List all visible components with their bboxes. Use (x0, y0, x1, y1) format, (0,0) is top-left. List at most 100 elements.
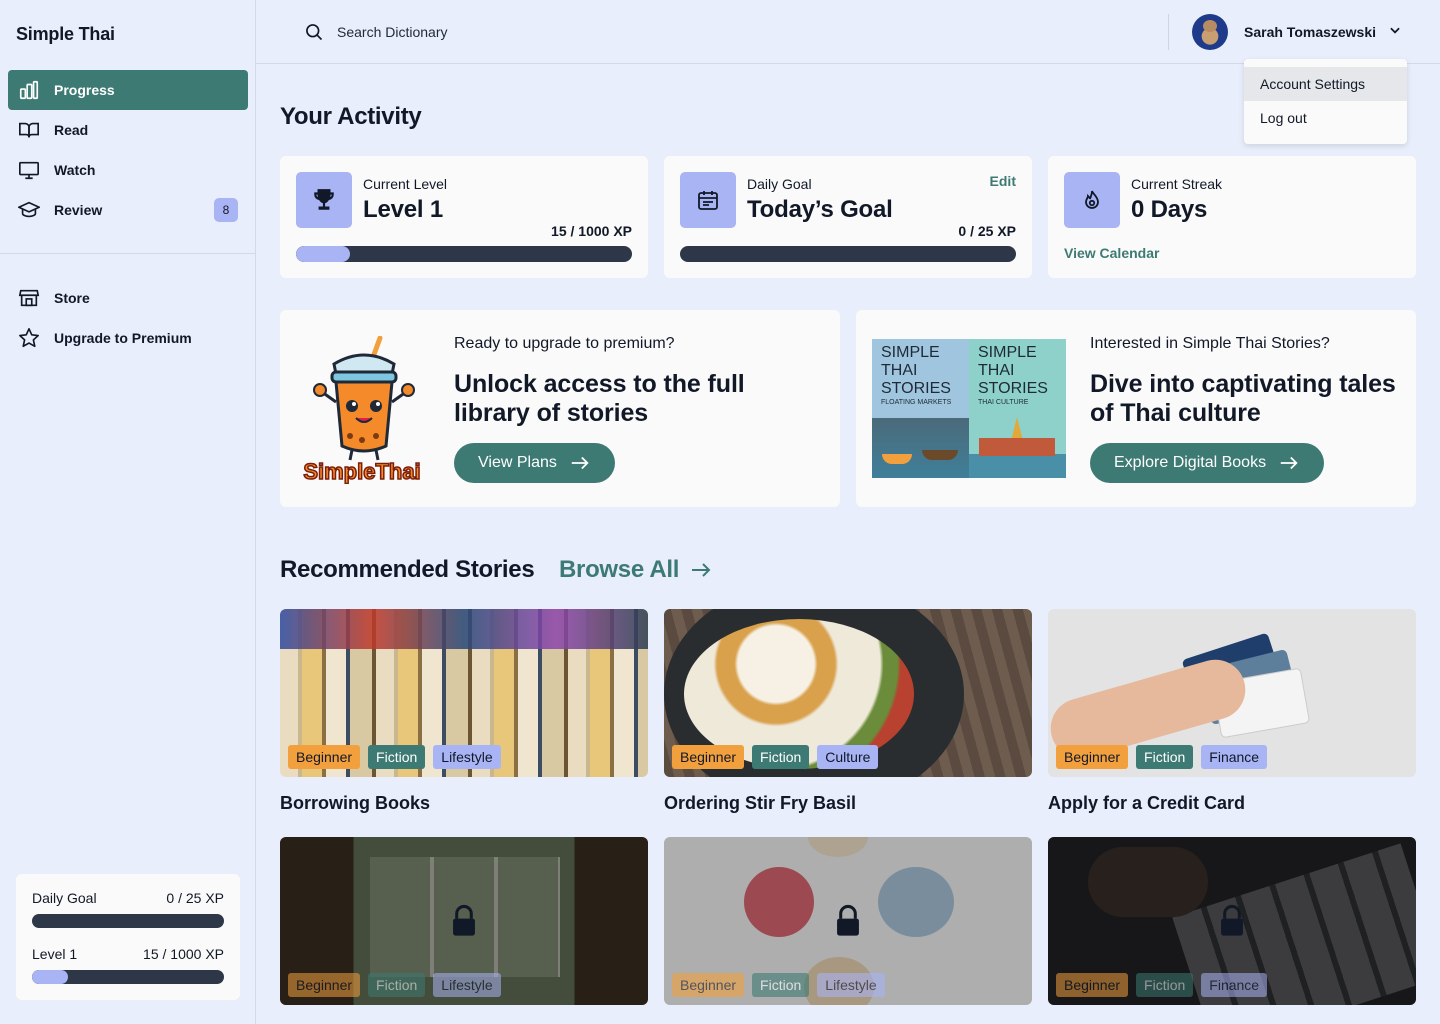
sidebar-item-progress[interactable]: Progress (8, 70, 248, 110)
story-card-apply-credit-card[interactable]: Beginner Fiction Finance (1048, 609, 1416, 777)
tag-topic: Finance (1201, 745, 1268, 769)
story-card-locked-finance[interactable]: Beginner Fiction Finance (1048, 837, 1416, 1005)
simple-thai-mascot-logo: SimpleThai (296, 335, 432, 485)
lock-icon (837, 904, 859, 936)
tag-level: Beginner (1056, 745, 1129, 769)
story-tags: Beginner Fiction Culture (672, 745, 879, 769)
explore-books-label: Explore Digital Books (1114, 454, 1267, 471)
stat-value: Today’s Goal (747, 196, 893, 223)
current-streak-card: Current Streak 0 Days View Calendar (1048, 156, 1416, 278)
story-tags: Beginner Fiction Finance (1056, 745, 1268, 769)
book-open-icon (18, 119, 40, 141)
story-card-locked-lifestyle-2[interactable]: Beginner Fiction Lifestyle (664, 837, 1032, 1005)
level-bar (32, 970, 224, 984)
mascot-logo-text: SimpleThai (303, 459, 420, 484)
daily-goal-card: Daily Goal Today’s Goal Edit 0 / 25 XP (664, 156, 1032, 278)
page-title: Your Activity (280, 103, 422, 130)
level-label: Level 1 (32, 946, 78, 962)
book-subtitle: THAI CULTURE (978, 399, 1029, 406)
stat-value: Level 1 (363, 196, 443, 223)
sidebar-nav: Progress Read Watch Review 8 (8, 70, 248, 230)
story-title[interactable]: Borrowing Books (280, 793, 430, 814)
user-name: Sarah Tomaszewski (1244, 24, 1377, 40)
sidebar-item-label: Watch (54, 162, 96, 178)
view-calendar-link[interactable]: View Calendar (1064, 245, 1159, 261)
stat-xp: 15 / 1000 XP (551, 223, 632, 239)
story-card-borrowing-books[interactable]: Beginner Fiction Lifestyle (280, 609, 648, 777)
stat-label: Current Streak (1131, 176, 1223, 192)
book-cover-floating-markets: SIMPLE THAI STORIES FLOATING MARKETS (872, 339, 969, 478)
user-dropdown-menu: Account Settings Log out (1244, 59, 1407, 144)
tag-topic: Lifestyle (433, 973, 501, 997)
book-subtitle: FLOATING MARKETS (881, 399, 952, 406)
recommended-stories-title: Recommended Stories (280, 556, 535, 583)
sidebar: Simple Thai Progress Read Watch Review 8… (0, 0, 256, 1024)
brand-name: Simple Thai (16, 24, 115, 44)
tag-topic: Lifestyle (817, 973, 885, 997)
explore-digital-books-button[interactable]: Explore Digital Books (1090, 443, 1325, 483)
story-title[interactable]: Apply for a Credit Card (1048, 793, 1245, 814)
story-tags: Beginner Fiction Lifestyle (672, 973, 885, 997)
daily-goal-bar (32, 914, 224, 928)
arrow-right-icon (571, 456, 589, 470)
sidebar-item-upgrade[interactable]: Upgrade to Premium (8, 318, 248, 358)
sidebar-item-watch[interactable]: Watch (8, 150, 248, 190)
daily-goal-row: Daily Goal 0 / 25 XP (32, 890, 224, 906)
menu-item-account-settings[interactable]: Account Settings (1244, 67, 1407, 101)
lock-icon (1221, 904, 1243, 936)
daily-goal-label: Daily Goal (32, 890, 97, 906)
avatar (1192, 14, 1228, 50)
sidebar-item-label: Upgrade to Premium (54, 330, 192, 346)
arrow-right-icon (692, 563, 711, 577)
edit-goal-link[interactable]: Edit (990, 173, 1016, 189)
sidebar-item-label: Review (54, 202, 103, 218)
view-plans-button[interactable]: View Plans (454, 443, 615, 483)
book-title: SIMPLE THAI STORIES (978, 344, 1048, 397)
story-title[interactable]: Ordering Stir Fry Basil (664, 793, 856, 814)
tag-level: Beginner (288, 973, 361, 997)
level-bar-fill (32, 970, 68, 984)
trophy-icon (296, 172, 352, 228)
topbar: Sarah Tomaszewski (256, 0, 1440, 64)
tag-genre: Fiction (752, 973, 810, 997)
topbar-separator (1168, 14, 1169, 50)
chevron-down-icon (1388, 23, 1402, 42)
books-promo-subtitle: Interested in Simple Thai Stories? (1090, 335, 1330, 352)
level-row: Level 1 15 / 1000 XP (32, 946, 224, 962)
browse-all-link[interactable]: Browse All (559, 556, 713, 584)
sidebar-item-review[interactable]: Review 8 (8, 190, 248, 230)
sidebar-divider (0, 253, 255, 254)
user-menu-button[interactable]: Sarah Tomaszewski (1192, 14, 1402, 50)
tag-level: Beginner (288, 745, 361, 769)
stat-value: 0 Days (1131, 196, 1208, 223)
search-input[interactable] (337, 24, 737, 40)
arrow-right-icon (1280, 456, 1298, 470)
sidebar-item-read[interactable]: Read (8, 110, 248, 150)
premium-promo-card: SimpleThai Ready to upgrade to premium? … (280, 310, 840, 507)
menu-item-log-out[interactable]: Log out (1244, 101, 1407, 135)
stat-label: Current Level (363, 176, 448, 192)
story-tags: Beginner Fiction Lifestyle (288, 745, 501, 769)
sidebar-item-label: Read (54, 122, 89, 138)
tag-genre: Fiction (752, 745, 810, 769)
lock-icon (453, 904, 475, 936)
story-card-ordering-stir-fry-basil[interactable]: Beginner Fiction Culture (664, 609, 1032, 777)
story-tags: Beginner Fiction Finance (1056, 973, 1268, 997)
current-level-card: Current Level Level 1 15 / 1000 XP (280, 156, 648, 278)
graduation-cap-icon (18, 199, 40, 221)
stat-xp: 0 / 25 XP (958, 223, 1016, 239)
review-count-badge: 8 (214, 198, 238, 222)
chart-bar-icon (18, 79, 40, 101)
flame-icon (1064, 172, 1120, 228)
premium-promo-heading: Unlock access to the full library of sto… (454, 370, 745, 427)
level-progress-fill (296, 246, 350, 262)
tag-level: Beginner (672, 745, 745, 769)
sidebar-progress-summary: Daily Goal 0 / 25 XP Level 1 15 / 1000 X… (16, 874, 240, 1000)
stat-label: Daily Goal (747, 176, 812, 192)
sidebar-item-store[interactable]: Store (8, 278, 248, 318)
browse-all-label: Browse All (559, 556, 680, 583)
story-tags: Beginner Fiction Lifestyle (288, 973, 501, 997)
tag-topic: Culture (817, 745, 879, 769)
tag-genre: Fiction (368, 745, 426, 769)
story-card-locked-lifestyle[interactable]: Beginner Fiction Lifestyle (280, 837, 648, 1005)
